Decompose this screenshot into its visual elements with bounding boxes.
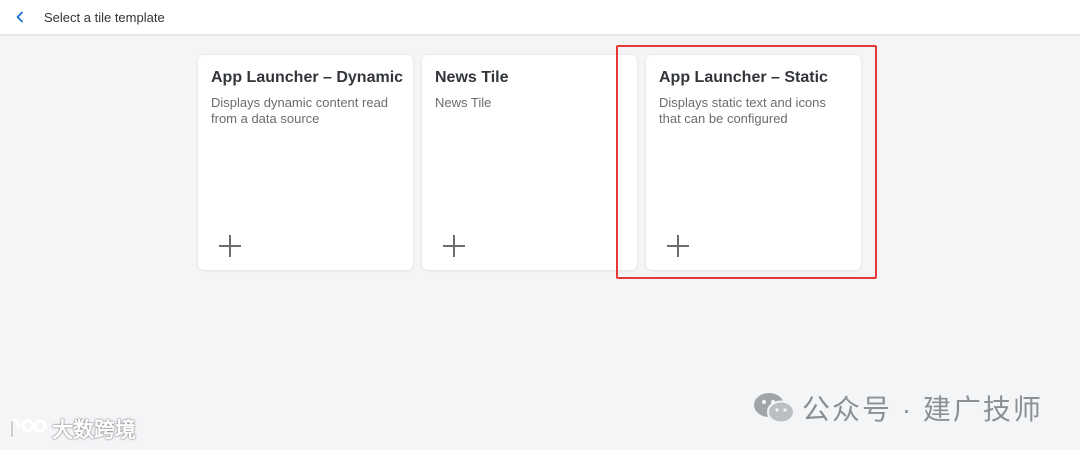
tile-description: Displays dynamic content read from a dat…	[211, 95, 389, 126]
watermark-logo: 大数跨境	[8, 414, 136, 444]
tile-description: Displays static text and icons that can …	[659, 95, 826, 126]
wechat-icon	[754, 393, 795, 424]
plus-icon[interactable]	[218, 234, 242, 258]
plus-icon[interactable]	[442, 234, 466, 258]
page-title: Select a tile template	[44, 9, 165, 25]
tile-description: News Tile	[435, 95, 492, 110]
chevron-left-icon	[16, 11, 23, 23]
plus-icon[interactable]	[666, 234, 690, 258]
tile-app-launcher-static[interactable]: App Launcher – Static Displays static te…	[646, 55, 861, 270]
tile-title: App Launcher – Static	[659, 69, 828, 86]
tile-news[interactable]: News Tile News Tile	[422, 55, 637, 270]
watermark-text: 大数跨境	[52, 419, 136, 442]
tile-title: App Launcher – Dynamic	[211, 69, 404, 86]
brand-logo-icon	[10, 419, 47, 439]
page-header: Select a tile template	[0, 0, 1080, 34]
tile-app-launcher-dynamic[interactable]: App Launcher – Dynamic Displays dynamic …	[198, 55, 413, 270]
back-button[interactable]	[10, 7, 30, 27]
tile-title: News Tile	[435, 69, 509, 86]
watermark-wechat: 公众号 · 建广技师	[752, 388, 1043, 428]
watermark-text: 公众号 · 建广技师	[802, 394, 1043, 425]
